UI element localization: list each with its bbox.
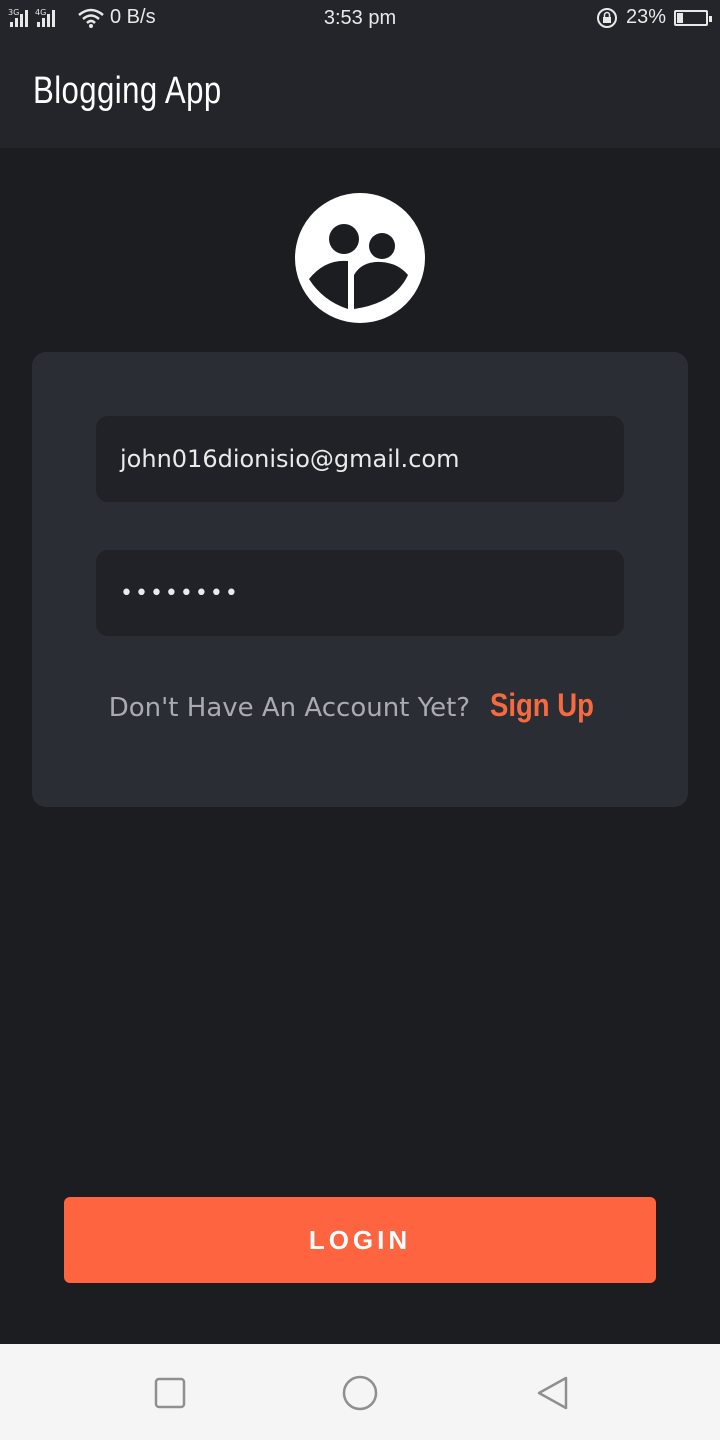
blog-logo-icon [295, 193, 425, 323]
login-card: john016dionisio@gmail.com •••••••• Don't… [32, 352, 688, 807]
signup-prompt: Don't Have An Account Yet? [108, 693, 471, 723]
password-field[interactable]: •••••••• [96, 550, 624, 636]
status-bar: 3G 4G 0 B/s 3:53 pm 23% [0, 0, 720, 36]
system-nav-bar [0, 1344, 720, 1440]
status-right: 23% [596, 6, 712, 29]
square-icon[interactable] [153, 1376, 187, 1410]
circle-icon[interactable] [341, 1374, 379, 1412]
battery-level [677, 12, 684, 23]
rotation-lock-icon [596, 7, 617, 28]
app-title: Blogging App [33, 70, 222, 112]
signup-row: Don't Have An Account Yet? Sign Up [32, 687, 688, 724]
triangle-back-icon[interactable] [536, 1376, 570, 1410]
app-bar: Blogging App [0, 36, 720, 148]
battery-percent: 23% [625, 6, 666, 28]
login-button[interactable]: LOGIN [64, 1197, 656, 1283]
battery-icon [674, 9, 712, 26]
email-field[interactable]: john016dionisio@gmail.com [96, 416, 624, 502]
signup-link[interactable]: Sign Up [490, 687, 594, 724]
